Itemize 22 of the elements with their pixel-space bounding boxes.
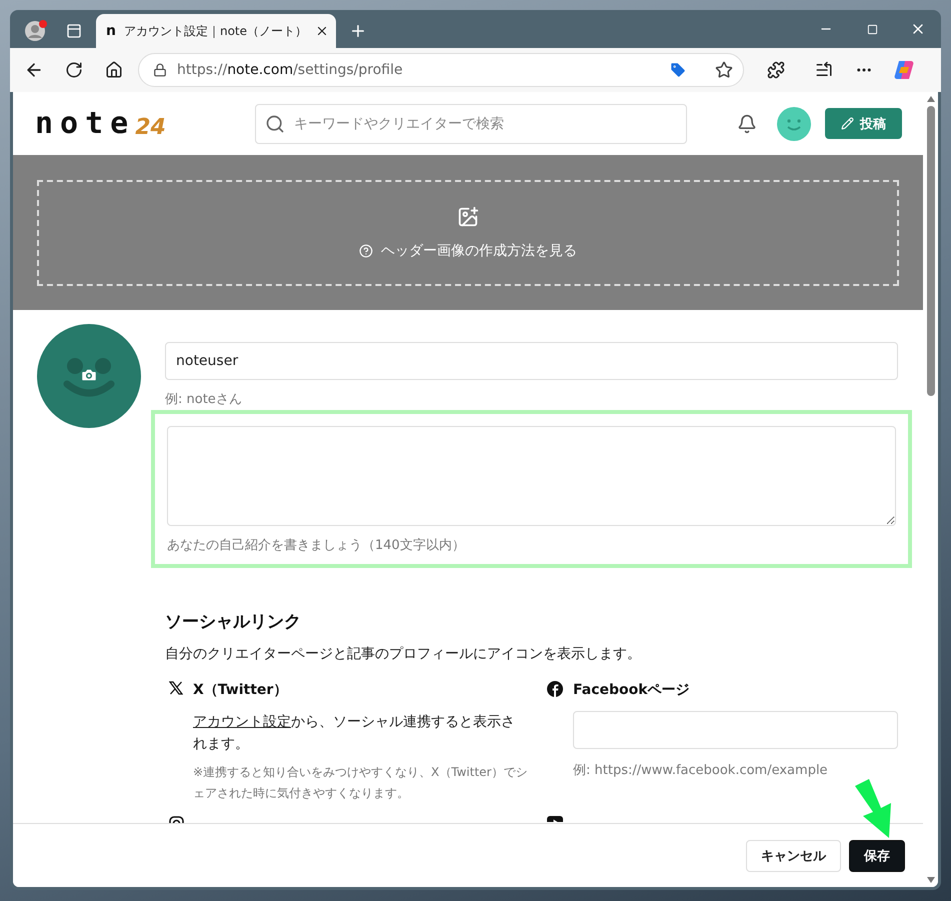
social-label: Facebookページ <box>573 681 691 699</box>
save-button[interactable]: 保存 <box>849 840 905 872</box>
favicon: n <box>106 23 116 39</box>
post-button[interactable]: 投稿 <box>825 108 902 139</box>
browser-tab[interactable]: n アカウント設定｜note（ノート） <box>96 14 336 48</box>
bio-hint: あなたの自己紹介を書きましょう（140文字以内） <box>167 537 466 554</box>
name-field[interactable]: noteuser <box>165 342 898 380</box>
cancel-button[interactable]: キャンセル <box>746 840 841 872</box>
section-description: 自分のクリエイターページと記事のプロフィールにアイコンを表示します。 <box>165 645 642 663</box>
social-note: ※連携すると知り合いをみつけやすくなり、X（Twitter）でシェアされた時に気付きやすくなります。 <box>193 764 528 802</box>
tab-title: アカウント設定｜note（ノート） <box>124 22 308 40</box>
facebook-example-hint: 例: https://www.facebook.com/example <box>573 762 829 779</box>
header-image-help-link[interactable]: ヘッダー画像の作成方法を見る <box>359 242 577 260</box>
social-label: X（Twitter） <box>193 681 288 699</box>
header-image-dropzone[interactable]: ヘッダー画像の作成方法を見る <box>37 180 899 286</box>
account-settings-link[interactable]: アカウント設定 <box>193 714 291 730</box>
social-hint-text: アカウント設定から、ソーシャル連携すると表示されます。 <box>193 713 516 754</box>
note-logo[interactable]: note 24 <box>35 108 255 138</box>
address-bar[interactable]: https://note.com/settings/profile <box>138 53 744 87</box>
search-field[interactable]: キーワードやクリエイターで検索 <box>255 104 687 144</box>
section-title: ソーシャルリンク <box>165 611 302 633</box>
name-hint: 例: noteさん <box>165 391 243 408</box>
